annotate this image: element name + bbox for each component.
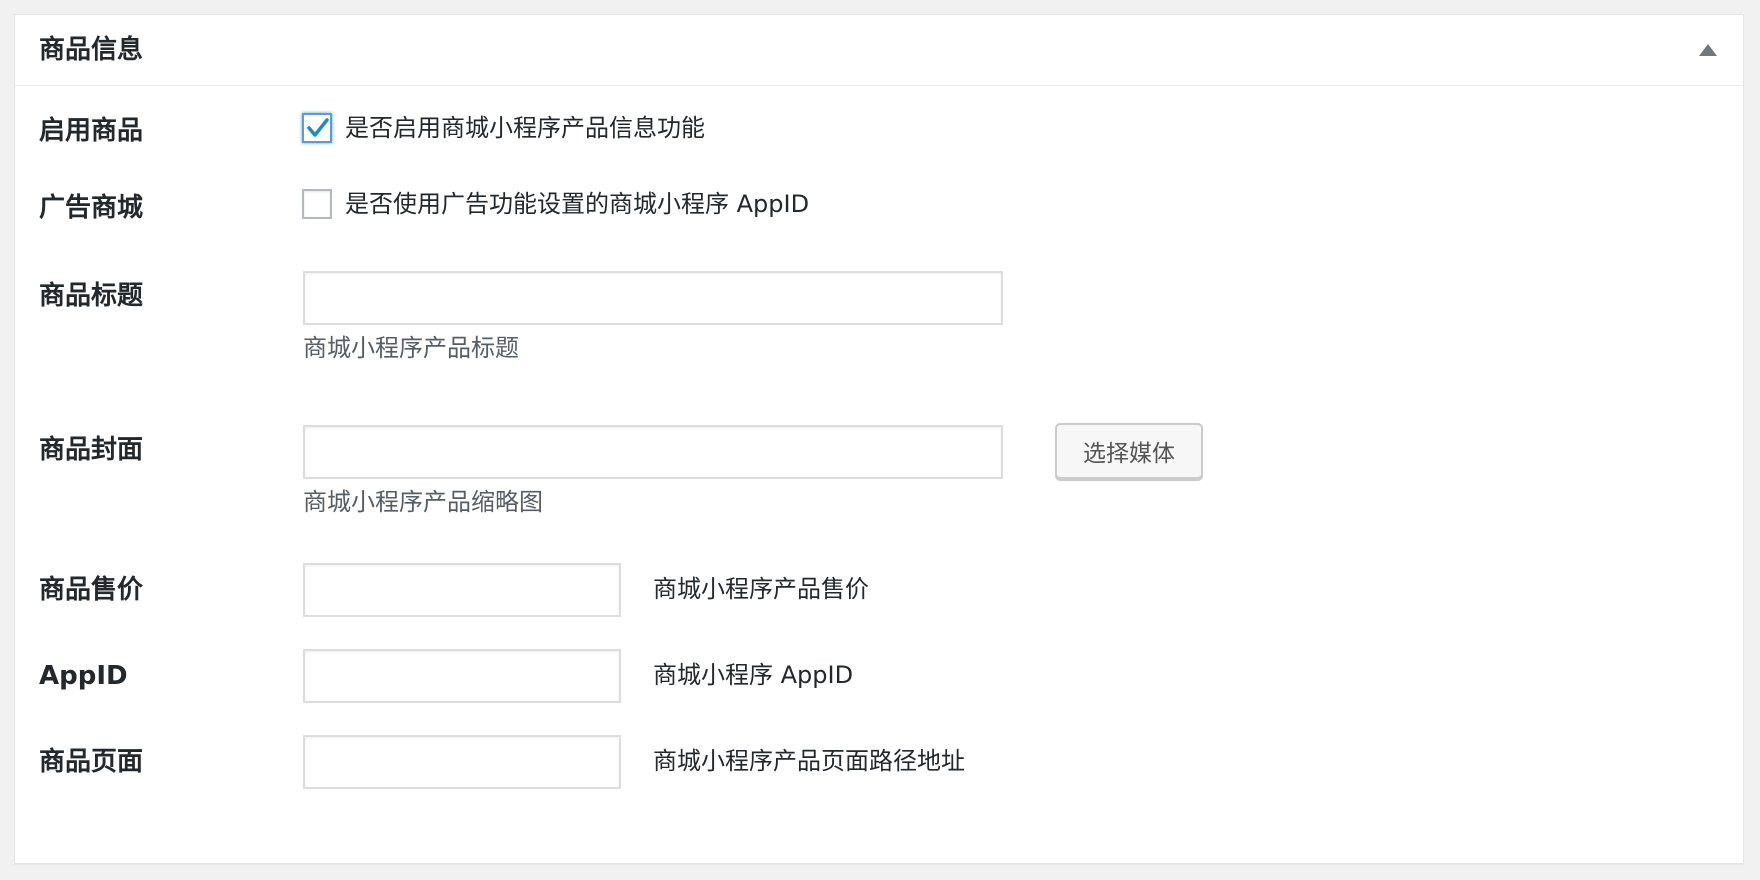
ad-mall-checkbox-label[interactable]: 是否使用广告功能设置的商城小程序 AppID [345,189,809,219]
price-input[interactable] [303,563,621,617]
field-row-appid: AppID 商城小程序 AppID [39,649,1743,709]
triangle-up-icon[interactable] [1699,44,1717,56]
field-row-enable: 启用商品 是否启用商城小程序产品信息功能 [39,113,1743,153]
appid-input[interactable] [303,649,621,703]
title-input[interactable] [303,271,1003,325]
page-description: 商城小程序产品页面路径地址 [653,747,965,775]
select-media-button[interactable]: 选择媒体 [1055,423,1203,479]
field-row-page: 商品页面 商城小程序产品页面路径地址 [39,735,1743,795]
appid-description: 商城小程序 AppID [653,661,854,689]
enable-checkbox-label[interactable]: 是否启用商城小程序产品信息功能 [345,113,705,143]
field-label-appid: AppID [39,661,128,691]
field-row-cover: 商品封面 选择媒体 商城小程序产品缩略图 [39,409,1743,519]
field-label-enable: 启用商品 [39,116,144,146]
cover-input[interactable] [303,425,1003,479]
checkmark-icon [307,118,329,137]
title-description: 商城小程序产品标题 [303,334,519,362]
metabox-header[interactable]: 商品信息 [15,15,1743,86]
field-row-ad-mall: 广告商城 是否使用广告功能设置的商城小程序 AppID [39,189,1743,229]
field-label-cover: 商品封面 [39,435,144,465]
field-label-price: 商品售价 [39,575,144,605]
field-label-page: 商品页面 [39,747,144,777]
field-label-title: 商品标题 [39,281,144,311]
ad-mall-checkbox[interactable] [302,189,332,219]
product-info-metabox: 商品信息 启用商品 是否启用商城小程序产品信息功能 广告商城 是否使用广告功能设… [14,14,1744,864]
metabox-title: 商品信息 [39,35,144,65]
field-label-ad-mall: 广告商城 [39,193,144,223]
cover-description: 商城小程序产品缩略图 [303,488,543,516]
price-description: 商城小程序产品售价 [653,575,869,603]
page-input[interactable] [303,735,621,789]
field-row-title: 商品标题 商城小程序产品标题 [39,255,1743,365]
enable-checkbox[interactable] [302,113,332,143]
field-row-price: 商品售价 商城小程序产品售价 [39,563,1743,623]
